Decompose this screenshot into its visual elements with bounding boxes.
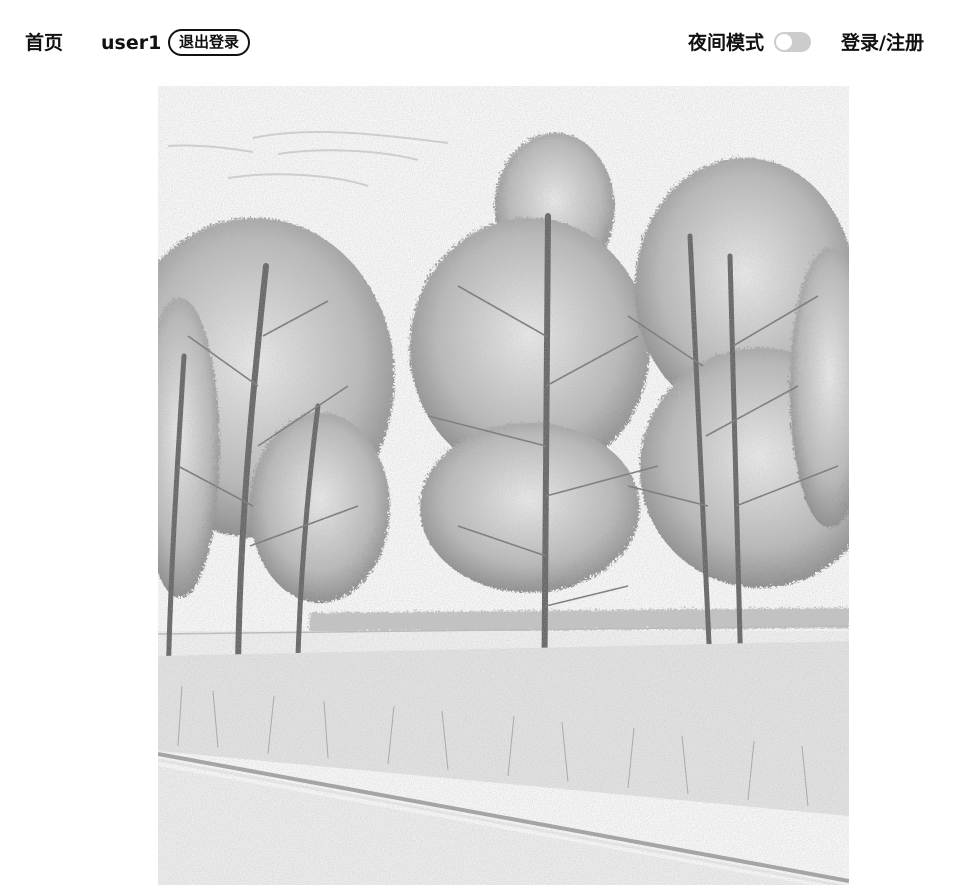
sketch-drawing: [158, 86, 849, 885]
night-mode-toggle[interactable]: [774, 32, 811, 52]
sketch-image: [158, 86, 849, 885]
top-navbar: 首页 user1 退出登录 夜间模式 登录/注册: [0, 0, 960, 86]
home-link[interactable]: 首页: [25, 31, 63, 55]
logout-button[interactable]: 退出登录: [168, 29, 251, 56]
login-register-link[interactable]: 登录/注册: [841, 31, 924, 55]
toggle-knob: [776, 34, 792, 50]
night-mode-label: 夜间模式: [688, 32, 765, 54]
username-label: user1: [101, 32, 162, 54]
